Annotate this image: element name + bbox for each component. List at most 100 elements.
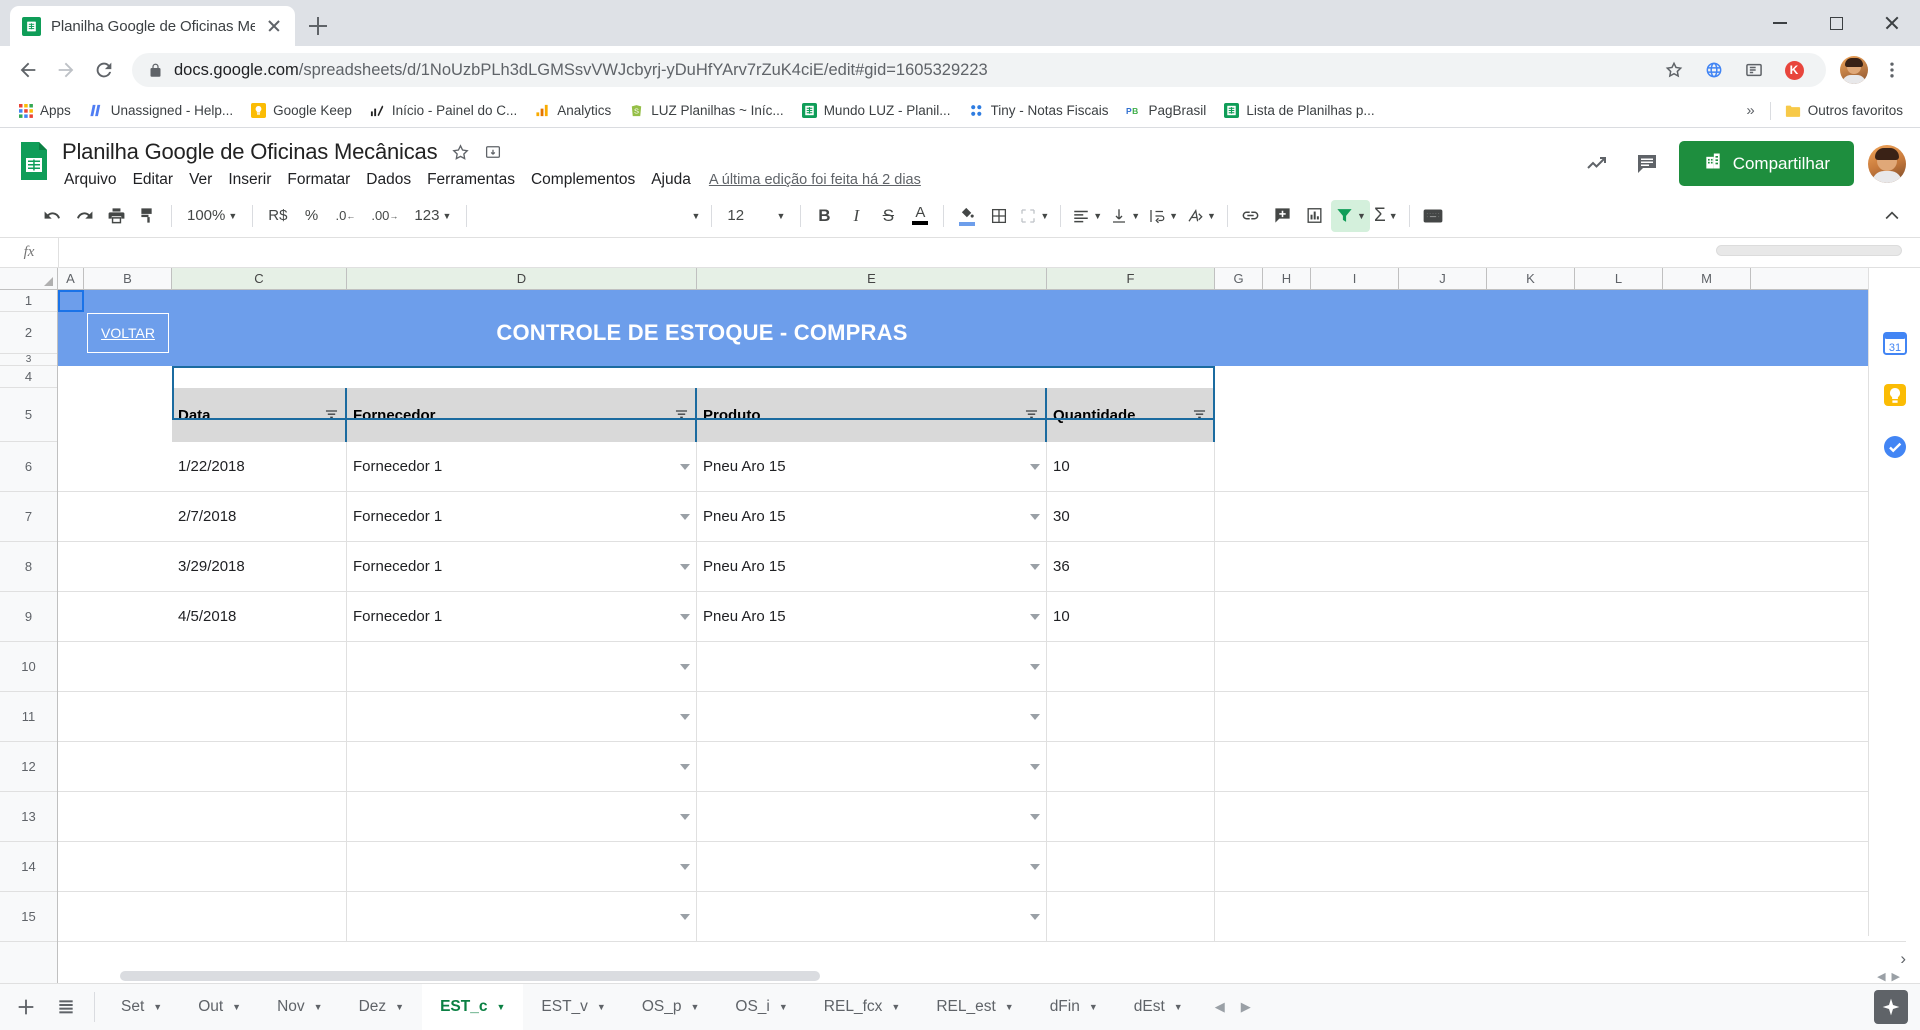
- decrease-decimal-button[interactable]: .0 ←: [327, 200, 363, 232]
- table-header-quantidade[interactable]: Quantidade: [1047, 388, 1215, 442]
- comment-icon[interactable]: [1629, 146, 1665, 182]
- bookmark-unassigned-help[interactable]: Unassigned - Help...: [81, 99, 240, 122]
- last-edit-status[interactable]: A última edição foi feita há 2 dias: [709, 172, 921, 188]
- prev-sheet-icon[interactable]: ◀: [1215, 999, 1225, 1015]
- filter-icon[interactable]: ▼: [1330, 199, 1370, 232]
- cell-fornecedor[interactable]: Fornecedor 1: [347, 442, 697, 491]
- cell-produto[interactable]: [697, 742, 1047, 791]
- add-sheet-icon[interactable]: [6, 987, 46, 1027]
- dropdown-arrow-icon[interactable]: [1030, 763, 1040, 770]
- cell-produto[interactable]: [697, 642, 1047, 691]
- insert-chart-icon[interactable]: [1299, 200, 1331, 232]
- bookmark-mundo-luz[interactable]: Mundo LUZ - Planil...: [794, 99, 958, 122]
- cell-fornecedor[interactable]: [347, 792, 697, 841]
- cell-fornecedor[interactable]: [347, 842, 697, 891]
- text-wrap-icon[interactable]: ▼: [1144, 200, 1182, 232]
- text-rotation-icon[interactable]: ▼: [1182, 200, 1220, 232]
- user-avatar[interactable]: [1868, 144, 1906, 183]
- select-all-corner[interactable]: [0, 268, 58, 289]
- row-header-15[interactable]: 15: [0, 892, 57, 942]
- sheet-tab-os-i[interactable]: OS_i ▼: [717, 984, 805, 1030]
- dropdown-arrow-icon[interactable]: [680, 563, 690, 570]
- italic-button[interactable]: I: [840, 200, 872, 232]
- row-header-1[interactable]: 1: [0, 290, 57, 312]
- cell-quantidade[interactable]: [1047, 892, 1215, 941]
- cell-quantidade[interactable]: [1047, 642, 1215, 691]
- menu-ferramentas[interactable]: Ferramentas: [419, 168, 523, 192]
- tab-close-icon[interactable]: [265, 17, 283, 35]
- chevron-down-icon[interactable]: ▼: [496, 1002, 505, 1012]
- column-header-F[interactable]: F: [1047, 268, 1215, 289]
- sheet-tab-dest[interactable]: dEst ▼: [1116, 984, 1201, 1030]
- bookmark-lista-planilhas[interactable]: Lista de Planilhas p...: [1216, 99, 1381, 122]
- cell-quantidade[interactable]: 10: [1047, 442, 1215, 491]
- font-size-selector[interactable]: 12 ▼: [719, 200, 793, 232]
- cell-data[interactable]: [172, 692, 347, 741]
- row-header-5[interactable]: 5: [0, 388, 57, 442]
- cell-fornecedor[interactable]: Fornecedor 1: [347, 592, 697, 641]
- column-header-D[interactable]: D: [347, 268, 697, 289]
- cell-B7[interactable]: [84, 492, 172, 541]
- cell-data[interactable]: 4/5/2018: [172, 592, 347, 641]
- table-header-produto[interactable]: Produto: [697, 388, 1047, 442]
- dropdown-arrow-icon[interactable]: [680, 863, 690, 870]
- chrome-menu-icon[interactable]: [1874, 52, 1910, 88]
- row-header-9[interactable]: 9: [0, 592, 57, 642]
- dropdown-arrow-icon[interactable]: [680, 513, 690, 520]
- dropdown-arrow-icon[interactable]: [680, 913, 690, 920]
- column-header-E[interactable]: E: [697, 268, 1047, 289]
- menu-ajuda[interactable]: Ajuda: [643, 168, 699, 192]
- row-header-12[interactable]: 12: [0, 742, 57, 792]
- sheet-tab-rel-est[interactable]: REL_est ▼: [918, 984, 1031, 1030]
- cell-fornecedor[interactable]: [347, 642, 697, 691]
- filter-dropdown-icon[interactable]: [1191, 408, 1207, 422]
- percent-format-button[interactable]: %: [295, 200, 327, 232]
- row-header-6[interactable]: 6: [0, 442, 57, 492]
- cell-B4[interactable]: [84, 366, 1844, 388]
- cell-quantidade[interactable]: [1047, 842, 1215, 891]
- chevron-down-icon[interactable]: ▼: [891, 1002, 900, 1012]
- bookmark-apps[interactable]: Apps: [10, 99, 78, 122]
- menu-inserir[interactable]: Inserir: [220, 168, 279, 192]
- forward-arrow-icon[interactable]: [48, 52, 84, 88]
- bookmarks-overflow-button[interactable]: »: [1738, 99, 1762, 122]
- cell-quantidade[interactable]: 30: [1047, 492, 1215, 541]
- column-header-B[interactable]: B: [84, 268, 172, 289]
- cell-B14[interactable]: [84, 842, 172, 891]
- horizontal-scrollbar[interactable]: [120, 969, 1864, 983]
- menu-formatar[interactable]: Formatar: [279, 168, 358, 192]
- cell-data[interactable]: [172, 742, 347, 791]
- filter-dropdown-icon[interactable]: [323, 408, 339, 422]
- explore-icon[interactable]: [1874, 990, 1908, 1024]
- bookmark-analytics[interactable]: Analytics: [527, 99, 618, 122]
- menu-dados[interactable]: Dados: [358, 168, 419, 192]
- filter-dropdown-icon[interactable]: [1023, 408, 1039, 422]
- filter-dropdown-icon[interactable]: [673, 408, 689, 422]
- cell-A9[interactable]: [58, 592, 84, 641]
- chevron-down-icon[interactable]: ▼: [153, 1002, 162, 1012]
- next-sheet-icon[interactable]: ▶: [1241, 999, 1251, 1015]
- chevron-down-icon[interactable]: ▼: [232, 1002, 241, 1012]
- dropdown-arrow-icon[interactable]: [680, 713, 690, 720]
- back-arrow-icon[interactable]: [10, 52, 46, 88]
- address-bar[interactable]: docs.google.com/spreadsheets/d/1NoUzbPLh…: [132, 53, 1826, 87]
- bookmark-inicio-painel[interactable]: Início - Painel do C...: [362, 99, 524, 122]
- chevron-down-icon[interactable]: ▼: [314, 1002, 323, 1012]
- cell-B15[interactable]: [84, 892, 172, 941]
- new-tab-button[interactable]: [301, 9, 335, 43]
- cell-quantidade[interactable]: [1047, 792, 1215, 841]
- sheet-tab-est-v[interactable]: EST_v ▼: [523, 984, 623, 1030]
- profile-avatar[interactable]: [1836, 52, 1872, 88]
- share-button[interactable]: Compartilhar: [1678, 141, 1854, 186]
- maximize-button[interactable]: [1808, 0, 1864, 46]
- cell-fornecedor[interactable]: Fornecedor 1: [347, 492, 697, 541]
- sheet-tab-dfin[interactable]: dFin ▼: [1032, 984, 1116, 1030]
- cell-produto[interactable]: [697, 842, 1047, 891]
- chevron-down-icon[interactable]: ▼: [1174, 1002, 1183, 1012]
- scroll-right-arrow[interactable]: ▶: [1892, 970, 1900, 983]
- bookmark-google-keep[interactable]: Google Keep: [243, 99, 359, 122]
- cell-produto[interactable]: [697, 892, 1047, 941]
- row-header-3[interactable]: 3: [0, 354, 57, 366]
- cell-A2[interactable]: [58, 312, 84, 354]
- row-header-4[interactable]: 4: [0, 366, 57, 388]
